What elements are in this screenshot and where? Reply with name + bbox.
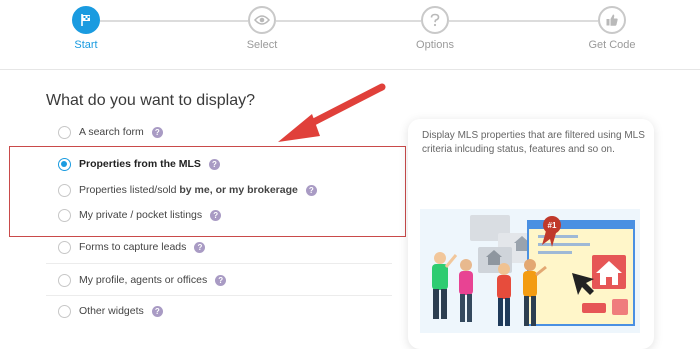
option-label: A search form <box>79 126 144 138</box>
option-label: My profile, agents or offices <box>79 274 208 286</box>
eye-icon <box>248 6 276 34</box>
card-description: Display MLS properties that are filtered… <box>422 130 645 155</box>
step-options[interactable]: Options <box>385 6 485 51</box>
help-icon[interactable]: ? <box>194 241 206 253</box>
radio-button[interactable] <box>58 304 71 318</box>
option-label: Forms to capture leads <box>79 241 187 253</box>
ranking-badge-text: #1 <box>548 221 557 230</box>
step-select[interactable]: Select <box>212 6 312 51</box>
page-question: What do you want to display? <box>46 92 256 109</box>
flag-icon <box>72 6 100 34</box>
radio-button[interactable] <box>58 125 71 139</box>
option-label: Other widgets <box>79 305 144 317</box>
radio-button[interactable] <box>58 273 71 287</box>
step-label: Get Code <box>588 39 636 51</box>
description-card: Display MLS properties that are filtered… <box>408 119 654 349</box>
option-lead-forms[interactable]: Forms to capture leads ? <box>58 237 206 257</box>
highlight-box <box>9 146 406 237</box>
wizard-stepper: Start Select Options Get Code <box>0 0 700 70</box>
radio-button[interactable] <box>58 240 71 254</box>
question-icon <box>421 6 449 34</box>
divider <box>46 263 392 264</box>
option-search-form[interactable]: A search form ? <box>58 122 163 142</box>
help-icon[interactable]: ? <box>215 274 227 286</box>
option-other-widgets[interactable]: Other widgets ? <box>58 301 163 321</box>
step-label: Select <box>246 39 278 51</box>
help-icon[interactable]: ? <box>151 126 163 138</box>
divider <box>46 295 392 296</box>
option-profile-agents-offices[interactable]: My profile, agents or offices ? <box>58 270 227 290</box>
mls-properties-illustration: #1 <box>420 209 640 333</box>
step-start[interactable]: Start <box>36 6 136 51</box>
help-icon[interactable]: ? <box>151 305 163 317</box>
step-label: Options <box>416 39 454 51</box>
annotation-arrow-icon <box>278 83 386 142</box>
thumbs-up-icon <box>598 6 626 34</box>
step-get-code[interactable]: Get Code <box>562 6 662 51</box>
step-label: Start <box>74 39 98 51</box>
